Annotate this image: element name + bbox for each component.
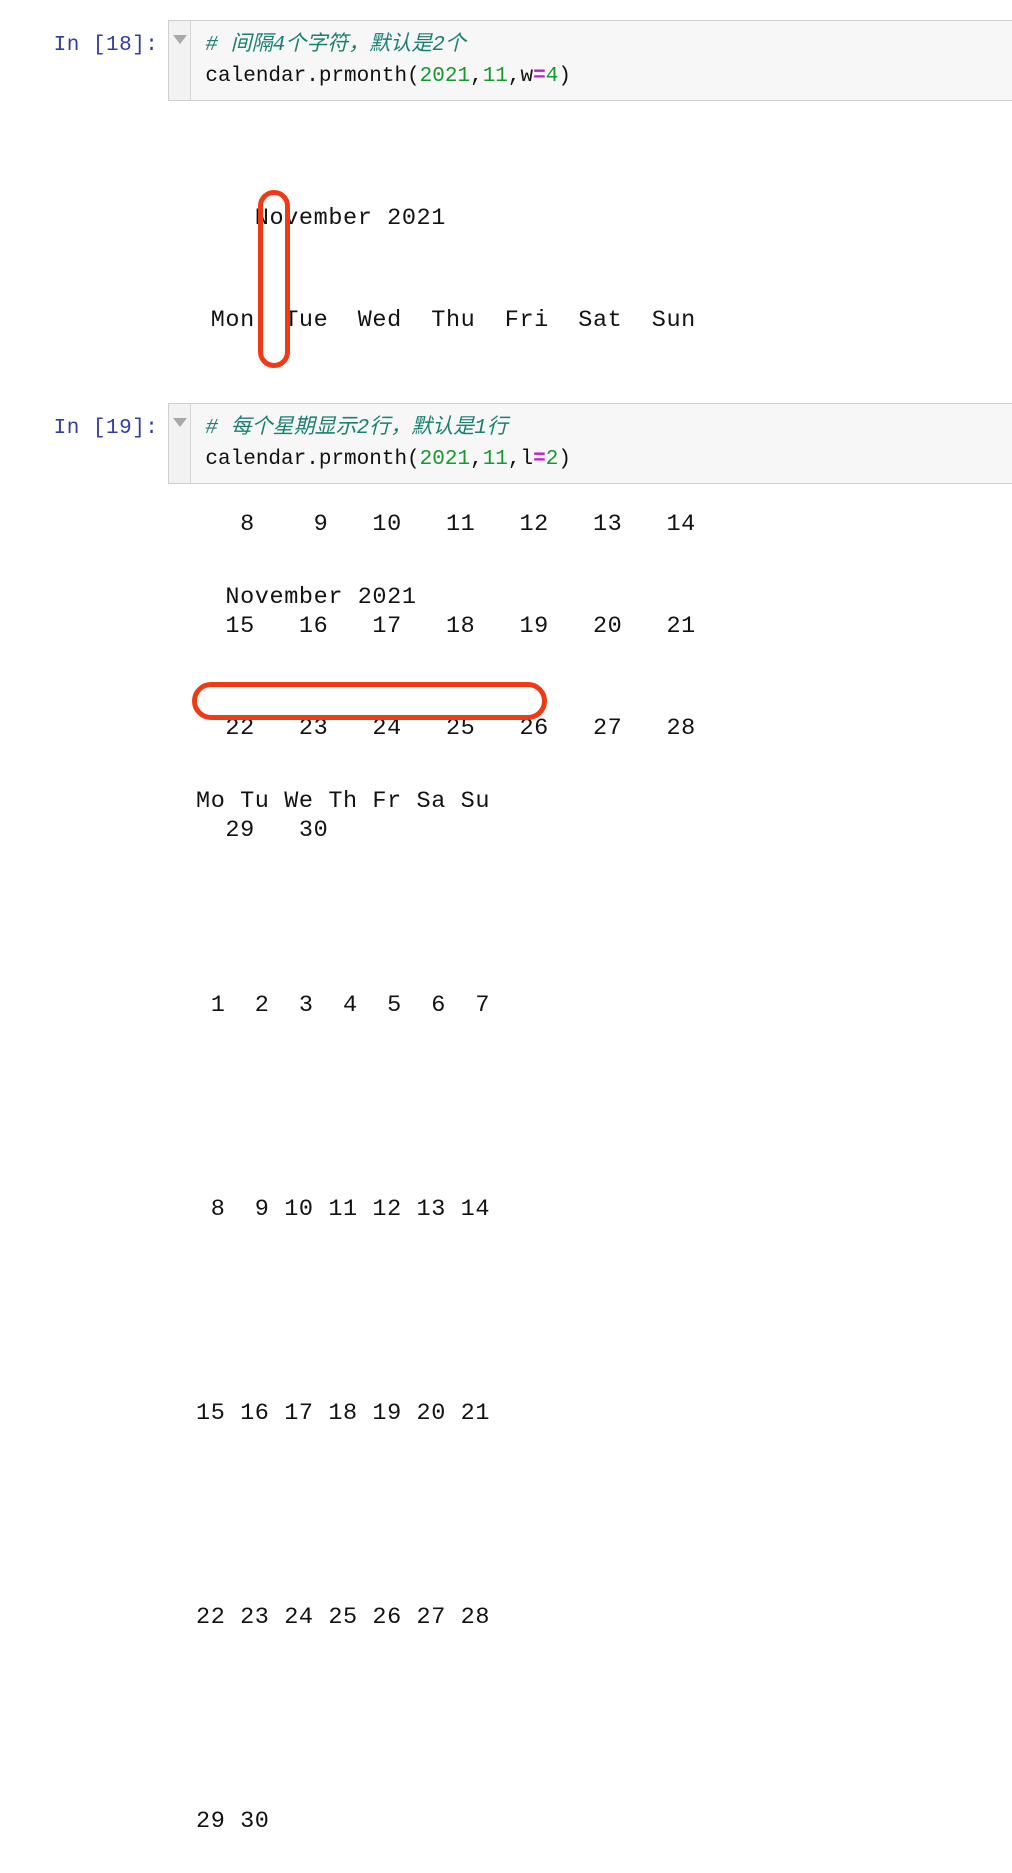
- code-arg-month: 11: [482, 448, 508, 471]
- calendar-blank-line: [196, 1295, 490, 1329]
- calendar-title: November 2021: [196, 584, 417, 611]
- code-kwarg-value-l: 2: [545, 448, 559, 471]
- calendar-blank-line: [196, 887, 490, 921]
- code-kwarg-name-l: ,l: [507, 448, 534, 471]
- code-arg-year: 2021: [419, 65, 471, 88]
- calendar-blank-line: [196, 1703, 490, 1737]
- code-comma-1: ,: [470, 448, 483, 471]
- code-call-prefix: calendar.prmonth(: [205, 448, 420, 471]
- code-call-suffix: ): [558, 65, 571, 88]
- cell-collapse-gutter[interactable]: [169, 404, 192, 483]
- code-comment-line: # 间隔4个字符，默认是2个: [205, 34, 466, 57]
- code-kwarg-name-w: ,w: [507, 65, 534, 88]
- calendar-blank-line: [196, 1499, 490, 1533]
- code-call-prefix: calendar.prmonth(: [205, 65, 420, 88]
- column-gap-highlight-annotation: [258, 190, 290, 368]
- chevron-down-icon[interactable]: [172, 35, 187, 44]
- chevron-down-icon[interactable]: [172, 418, 187, 427]
- code-comma-1: ,: [470, 65, 483, 88]
- code-arg-year: 2021: [419, 448, 471, 471]
- calendar-blank-line: [196, 1091, 490, 1125]
- calendar-week-row: 8 9 10 11 12 13 14: [196, 1196, 491, 1223]
- code-call-suffix: ): [558, 448, 571, 471]
- cell-body[interactable]: # 每个星期显示2行，默认是1行 calendar.prmonth(2021,11…: [168, 403, 1012, 484]
- code-equals-operator: =: [533, 65, 546, 88]
- notebook-cell-19[interactable]: In [19]: # 每个星期显示2行，默认是1行 calendar.prmont…: [0, 403, 1012, 484]
- notebook-cell-18[interactable]: In [18]: # 间隔4个字符，默认是2个 calendar.prmonth(…: [0, 20, 1012, 101]
- cell-collapse-gutter[interactable]: [169, 21, 192, 100]
- cell-prompt-in-19: In [19]:: [53, 417, 159, 440]
- cell-body[interactable]: # 间隔4个字符，默认是2个 calendar.prmonth(2021,11,w…: [168, 20, 1012, 101]
- blank-line-highlight-annotation: [192, 682, 547, 720]
- calendar-weekday-header: Mo Tu We Th Fr Sa Su: [196, 788, 491, 815]
- calendar-week-row: 22 23 24 25 26 27 28: [196, 1604, 491, 1631]
- code-equals-operator: =: [533, 448, 546, 471]
- code-comment-line: # 每个星期显示2行，默认是1行: [205, 417, 508, 440]
- calendar-week-row: 29 30: [196, 1808, 270, 1835]
- code-kwarg-value-w: 4: [545, 65, 559, 88]
- code-editor-area[interactable]: # 每个星期显示2行，默认是1行 calendar.prmonth(2021,11…: [191, 404, 1012, 483]
- code-arg-month: 11: [482, 65, 508, 88]
- code-editor-area[interactable]: # 间隔4个字符，默认是2个 calendar.prmonth(2021,11,w…: [191, 21, 1012, 100]
- calendar-week-row: 15 16 17 18 19 20 21: [196, 1400, 491, 1427]
- cell-prompt-in-18: In [18]:: [53, 34, 159, 57]
- calendar-week-row: 1 2 3 4 5 6 7: [196, 992, 491, 1019]
